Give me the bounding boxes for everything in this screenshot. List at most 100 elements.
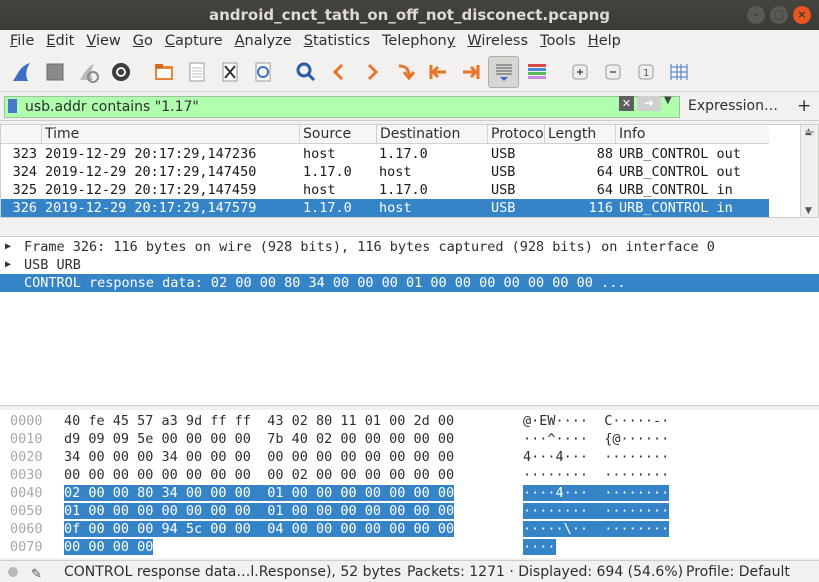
bytes-hex[interactable]: 02 00 00 80 34 00 00 00 01 00 00 00 00 0… [64, 484, 455, 502]
add-filter-button[interactable]: + [797, 96, 811, 116]
packet-row[interactable]: 326 2019-12-29 20:17:29,147579 1.17.0 host U… [1, 199, 769, 217]
column-header-length[interactable]: Length [544, 125, 615, 144]
zoom-in-icon[interactable] [564, 56, 595, 88]
window-controls: – □ × [747, 6, 811, 24]
packet-cell-src: 1.17.0 [303, 164, 352, 180]
bytes-hex[interactable]: 00 00 00 00 [64, 538, 154, 556]
bytes-ascii[interactable]: @·EW···· C·····-· [523, 412, 669, 430]
column-header-time[interactable]: Time [41, 125, 299, 144]
stop-icon[interactable] [39, 56, 70, 88]
back-arrow-icon[interactable] [323, 56, 354, 88]
detail-tree-item[interactable]: ▶ USB URB [0, 256, 819, 274]
maximize-icon[interactable]: □ [770, 6, 788, 24]
restart-icon[interactable] [72, 56, 103, 88]
menu-capture[interactable]: Capture [159, 33, 229, 49]
packet-list: Time Source Destination Protoco Length I… [0, 124, 819, 218]
expand-arrow-icon[interactable]: ▶ [5, 256, 11, 274]
menu-file[interactable]: File [4, 33, 40, 49]
options-gear-icon[interactable] [105, 56, 136, 88]
menu-statistics[interactable]: Statistics [298, 33, 376, 49]
packet-row[interactable]: 325 2019-12-29 20:17:29,147459 host 1.17.0 U… [1, 181, 769, 199]
file-set-icon[interactable] [181, 56, 212, 88]
bytes-ascii-highlight: ····4··· ········ [523, 485, 670, 501]
column-header-source[interactable]: Source [299, 125, 376, 144]
find-icon[interactable] [290, 56, 321, 88]
last-packet-icon[interactable] [455, 56, 486, 88]
apply-filter-icon[interactable]: ➜ [637, 96, 661, 111]
packet-cell-time: 2019-12-29 20:17:29,147236 [45, 146, 257, 162]
bytes-hex[interactable]: 00 00 00 00 00 00 00 00 00 02 00 00 00 0… [64, 466, 454, 484]
colorize-icon[interactable] [521, 56, 552, 88]
packet-cell-info: URB_CONTROL in [619, 200, 733, 216]
bytes-ascii[interactable]: ···^···· {@······ [523, 430, 669, 448]
reload-icon[interactable] [247, 56, 278, 88]
close-file-icon[interactable] [214, 56, 245, 88]
resize-columns-icon[interactable] [663, 56, 694, 88]
packet-cell-src: host [303, 182, 336, 198]
clear-filter-icon[interactable]: ✕ [619, 96, 634, 111]
bytes-ascii[interactable]: ····4··· ········ [523, 484, 670, 502]
bytes-hex[interactable]: 40 fe 45 57 a3 9d ff ff 43 02 80 11 01 0… [64, 412, 454, 430]
display-filter-input[interactable]: usb.addr contains "1.17" [4, 96, 680, 118]
status-profile[interactable]: Profile: Default [686, 561, 790, 582]
bytes-ascii[interactable]: ········ ········ [523, 466, 669, 484]
expert-info-icon[interactable] [8, 567, 18, 577]
packet-cell-src: 1.17.0 [303, 200, 352, 216]
minimize-icon[interactable]: – [747, 6, 765, 24]
first-packet-icon[interactable] [422, 56, 453, 88]
packet-cell-info: URB_CONTROL out [619, 164, 741, 180]
open-folder-icon[interactable] [148, 56, 179, 88]
bytes-hex[interactable]: 01 00 00 00 00 00 00 00 01 00 00 00 00 0… [64, 502, 455, 520]
bytes-offset: 0020 [10, 449, 43, 465]
svg-text:1: 1 [643, 68, 649, 79]
chevron-down-icon[interactable]: ▼ [664, 95, 672, 106]
expand-arrow-icon[interactable]: ▶ [5, 238, 11, 256]
bytes-ascii[interactable]: ···· [523, 538, 556, 556]
zoom-out-icon[interactable] [597, 56, 628, 88]
menu-tools[interactable]: Tools [534, 33, 582, 49]
scroll-down-icon[interactable]: ▼ [805, 206, 812, 216]
menu-telephony[interactable]: Telephony [376, 33, 461, 49]
menu-go[interactable]: Go [127, 33, 159, 49]
bytes-ascii[interactable]: 4···4··· ········ [523, 448, 669, 466]
bytes-offset: 0000 [10, 413, 43, 429]
column-header-info[interactable]: Info [615, 125, 769, 144]
column-header-no[interactable] [1, 125, 41, 144]
packet-row[interactable]: 323 2019-12-29 20:17:29,147236 host 1.17.0 U… [1, 145, 769, 163]
packet-list-scrollbar[interactable]: ▲ ▼ [800, 125, 818, 217]
normal-size-icon[interactable]: 1 [630, 56, 661, 88]
detail-tree-item[interactable]: CONTROL response data: 02 00 00 80 34 00… [0, 274, 819, 292]
menu-view[interactable]: View [80, 33, 126, 49]
packet-cell-dst: 1.17.0 [379, 146, 428, 162]
bytes-offset: 0030 [10, 467, 43, 483]
bytes-ascii-highlight: ·····\·· ········ [523, 521, 670, 537]
column-header-protocol[interactable]: Protoco [487, 125, 544, 144]
bytes-hex[interactable]: d9 09 09 5e 00 00 00 00 7b 40 02 00 00 0… [64, 430, 454, 448]
menu-wireless[interactable]: Wireless [461, 33, 534, 49]
bytes-hex[interactable]: 0f 00 00 00 94 5c 00 00 04 00 00 00 00 0… [64, 520, 455, 538]
edit-comment-icon[interactable]: ✎ [31, 564, 42, 582]
window-titlebar: android_cnct_tath_on_off_not_disconect.p… [0, 0, 819, 30]
scroll-thumb[interactable] [805, 131, 814, 133]
bytes-ascii[interactable]: ·····\·· ········ [523, 520, 670, 538]
forward-arrow-icon[interactable] [356, 56, 387, 88]
pane-splitter[interactable] [0, 219, 819, 235]
packet-cell-no: 326 [12, 200, 37, 216]
packet-row[interactable]: 324 2019-12-29 20:17:29,147450 1.17.0 host U… [1, 163, 769, 181]
autoscroll-icon[interactable] [488, 55, 519, 88]
bytes-hex[interactable]: 34 00 00 00 34 00 00 00 00 00 00 00 00 0… [64, 448, 454, 466]
filter-bookmark-icon[interactable] [8, 99, 17, 113]
packet-cell-no: 325 [12, 182, 37, 198]
bytes-offset: 0060 [10, 521, 43, 537]
close-window-icon[interactable]: × [793, 6, 811, 24]
expression-button[interactable]: Expression… [688, 98, 778, 114]
menu-edit[interactable]: Edit [40, 33, 80, 49]
go-to-packet-icon[interactable] [389, 56, 420, 88]
bytes-ascii[interactable]: ········ ········ [523, 502, 670, 520]
bytes-offset: 0070 [10, 539, 43, 555]
menu-help[interactable]: Help [582, 33, 627, 49]
shark-fin-icon[interactable] [6, 56, 37, 88]
menu-analyze[interactable]: Analyze [229, 33, 298, 49]
detail-tree-item[interactable]: ▶ Frame 326: 116 bytes on wire (928 bits)… [0, 238, 819, 256]
column-header-destination[interactable]: Destination [376, 125, 487, 144]
